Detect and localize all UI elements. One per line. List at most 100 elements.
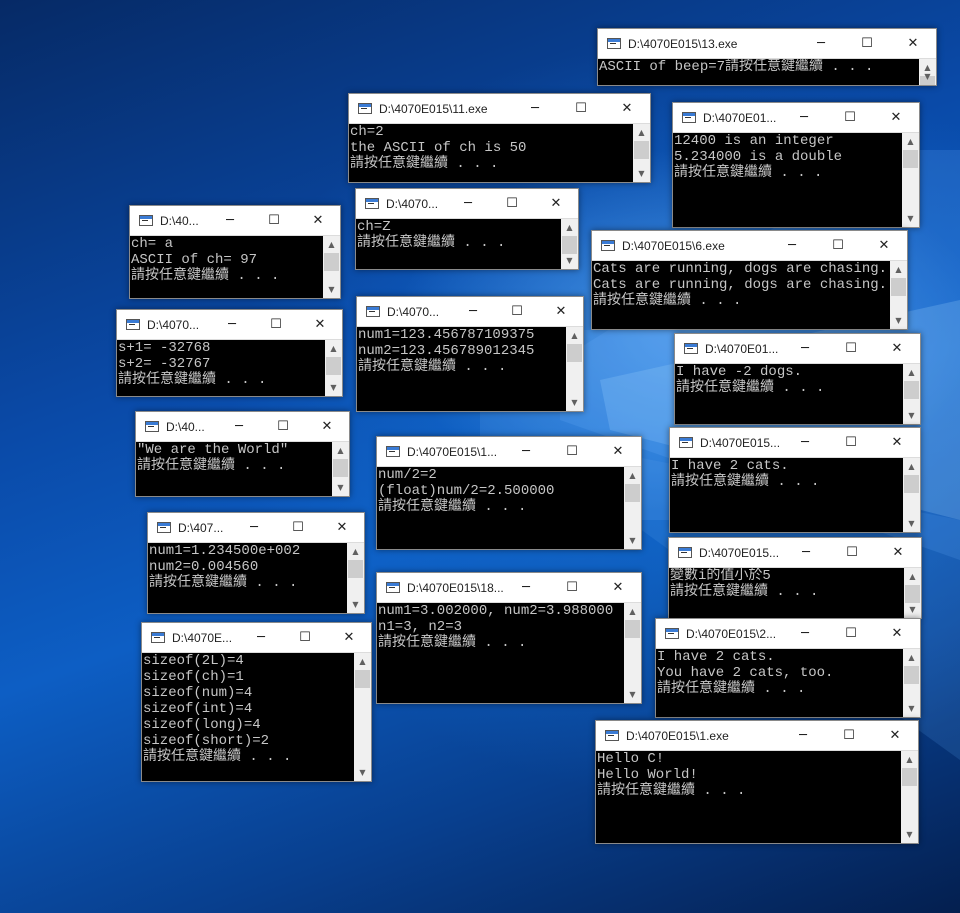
scroll-down-icon[interactable]: ▼: [561, 252, 578, 269]
maximize-icon[interactable]: ☐: [829, 538, 875, 567]
console-window[interactable]: D:\4070... ─ ☐ ✕ num1=123.456787109375 num2=1…: [356, 296, 584, 412]
scroll-down-icon[interactable]: ▼: [332, 479, 349, 496]
maximize-icon[interactable]: ☐: [252, 206, 296, 235]
window-titlebar[interactable]: D:\4070E015... ─ ☐ ✕: [670, 428, 920, 458]
console-output-area[interactable]: 12400 is an integer 5.234000 is a double 請…: [673, 133, 919, 227]
window-titlebar[interactable]: D:\4070E015\11.exe ─ ☐ ✕: [349, 94, 650, 124]
scrollbar-thumb[interactable]: [355, 670, 370, 688]
scrollbar-thumb[interactable]: [625, 620, 640, 638]
console-window[interactable]: D:\4070... ─ ☐ ✕ s+1= -32768 s+2= -32767 請按任意鍵…: [116, 309, 343, 397]
scrollbar-thumb[interactable]: [348, 560, 363, 578]
minimize-icon[interactable]: ─: [782, 428, 828, 457]
console-output-area[interactable]: I have -2 dogs. 請按任意鍵繼續 . . . ▲ ▼: [675, 364, 920, 424]
console-output-area[interactable]: num1=1.234500e+002 num2=0.004560 請按任意鍵繼續 .…: [148, 543, 364, 613]
close-icon[interactable]: ✕: [873, 103, 919, 132]
minimize-icon[interactable]: ─: [798, 29, 844, 58]
close-icon[interactable]: ✕: [861, 231, 907, 260]
console-app-icon[interactable]: [145, 421, 159, 432]
vertical-scrollbar[interactable]: ▲ ▼: [323, 236, 340, 298]
scroll-up-icon[interactable]: ▲: [325, 340, 342, 357]
scroll-up-icon[interactable]: ▲: [354, 653, 371, 670]
window-titlebar[interactable]: D:\4070E... ─ ☐ ✕: [142, 623, 371, 653]
console-app-icon[interactable]: [607, 38, 621, 49]
console-output-area[interactable]: num1=3.002000, num2=3.988000 n1=3, n2=3 請按…: [377, 603, 641, 703]
minimize-icon[interactable]: ─: [208, 206, 252, 235]
close-icon[interactable]: ✕: [305, 412, 349, 441]
scroll-up-icon[interactable]: ▲: [903, 458, 920, 475]
scrollbar-thumb[interactable]: [904, 666, 919, 684]
scroll-down-icon[interactable]: ▼: [902, 210, 919, 227]
scroll-up-icon[interactable]: ▲: [624, 603, 641, 620]
minimize-icon[interactable]: ─: [239, 623, 283, 652]
console-app-icon[interactable]: [386, 582, 400, 593]
maximize-icon[interactable]: ☐: [815, 231, 861, 260]
scroll-up-icon[interactable]: ▲: [347, 543, 364, 560]
scroll-down-icon[interactable]: ▼: [566, 394, 583, 411]
window-titlebar[interactable]: D:\4070E015\6.exe ─ ☐ ✕: [592, 231, 907, 261]
vertical-scrollbar[interactable]: ▲ ▼: [347, 543, 364, 613]
console-app-icon[interactable]: [365, 198, 379, 209]
maximize-icon[interactable]: ☐: [844, 29, 890, 58]
close-icon[interactable]: ✕: [874, 428, 920, 457]
console-window[interactable]: D:\4070E015\11.exe ─ ☐ ✕ ch=2 the ASCII of ch…: [348, 93, 651, 183]
minimize-icon[interactable]: ─: [783, 538, 829, 567]
scroll-down-icon[interactable]: ▼: [919, 68, 936, 85]
scrollbar-thumb[interactable]: [891, 278, 906, 296]
maximize-icon[interactable]: ☐: [828, 428, 874, 457]
vertical-scrollbar[interactable]: ▲ ▼: [919, 59, 936, 85]
window-titlebar[interactable]: D:\40... ─ ☐ ✕: [130, 206, 340, 236]
scroll-down-icon[interactable]: ▼: [901, 826, 918, 843]
scroll-down-icon[interactable]: ▼: [624, 686, 641, 703]
console-output-area[interactable]: 變數i的值小於5 請按任意鍵繼續 . . . ▲ ▼: [669, 568, 921, 618]
window-titlebar[interactable]: D:\4070E015\13.exe ─ ☐ ✕: [598, 29, 936, 59]
minimize-icon[interactable]: ─: [781, 103, 827, 132]
console-app-icon[interactable]: [684, 343, 698, 354]
scroll-up-icon[interactable]: ▲: [902, 133, 919, 150]
console-window[interactable]: D:\4070E015\6.exe ─ ☐ ✕ Cats are running, do…: [591, 230, 908, 330]
vertical-scrollbar[interactable]: ▲ ▼: [902, 133, 919, 227]
close-icon[interactable]: ✕: [604, 94, 650, 123]
minimize-icon[interactable]: ─: [451, 297, 495, 326]
close-icon[interactable]: ✕: [874, 619, 920, 648]
scrollbar-thumb[interactable]: [904, 381, 919, 399]
console-output-area[interactable]: sizeof(2L)=4 sizeof(ch)=1 sizeof(num)=4 siz…: [142, 653, 371, 781]
scroll-down-icon[interactable]: ▼: [633, 165, 650, 182]
scrollbar-thumb[interactable]: [324, 253, 339, 271]
maximize-icon[interactable]: ☐: [490, 189, 534, 218]
close-icon[interactable]: ✕: [874, 334, 920, 363]
vertical-scrollbar[interactable]: ▲ ▼: [904, 568, 921, 618]
scroll-up-icon[interactable]: ▲: [890, 261, 907, 278]
console-app-icon[interactable]: [679, 437, 693, 448]
scroll-up-icon[interactable]: ▲: [904, 568, 921, 585]
minimize-icon[interactable]: ─: [780, 721, 826, 750]
console-output-area[interactable]: ch=Z 請按任意鍵繼續 . . . ▲ ▼: [356, 219, 578, 269]
console-window[interactable]: D:\4070... ─ ☐ ✕ ch=Z 請按任意鍵繼續 . . . ▲ ▼: [355, 188, 579, 270]
minimize-icon[interactable]: ─: [503, 573, 549, 602]
console-window[interactable]: D:\4070E015\1.exe ─ ☐ ✕ Hello C! Hello World!…: [595, 720, 919, 844]
scroll-up-icon[interactable]: ▲: [624, 467, 641, 484]
window-titlebar[interactable]: D:\4070E015\2... ─ ☐ ✕: [656, 619, 920, 649]
window-titlebar[interactable]: D:\4070E01... ─ ☐ ✕: [675, 334, 920, 364]
scroll-up-icon[interactable]: ▲: [566, 327, 583, 344]
scroll-up-icon[interactable]: ▲: [901, 751, 918, 768]
console-window[interactable]: D:\4070E015... ─ ☐ ✕ I have 2 cats. 請按任意鍵繼續 .…: [669, 427, 921, 533]
vertical-scrollbar[interactable]: ▲ ▼: [901, 751, 918, 843]
window-titlebar[interactable]: D:\4070E015\1.exe ─ ☐ ✕: [596, 721, 918, 751]
vertical-scrollbar[interactable]: ▲ ▼: [903, 458, 920, 532]
scroll-down-icon[interactable]: ▼: [323, 281, 340, 298]
console-app-icon[interactable]: [151, 632, 165, 643]
maximize-icon[interactable]: ☐: [276, 513, 320, 542]
close-icon[interactable]: ✕: [327, 623, 371, 652]
close-icon[interactable]: ✕: [595, 573, 641, 602]
vertical-scrollbar[interactable]: ▲ ▼: [561, 219, 578, 269]
console-app-icon[interactable]: [605, 730, 619, 741]
scrollbar-thumb[interactable]: [634, 141, 649, 159]
maximize-icon[interactable]: ☐: [549, 573, 595, 602]
window-titlebar[interactable]: D:\4070... ─ ☐ ✕: [117, 310, 342, 340]
console-output-area[interactable]: num1=123.456787109375 num2=123.4567890123…: [357, 327, 583, 411]
scrollbar-thumb[interactable]: [903, 150, 918, 168]
console-window[interactable]: D:\4070E... ─ ☐ ✕ sizeof(2L)=4 sizeof(ch)=1 si…: [141, 622, 372, 782]
window-titlebar[interactable]: D:\4070... ─ ☐ ✕: [356, 189, 578, 219]
console-output-area[interactable]: ASCII of beep=7請按任意鍵繼續 . . . ▲ ▼: [598, 59, 936, 85]
minimize-icon[interactable]: ─: [512, 94, 558, 123]
